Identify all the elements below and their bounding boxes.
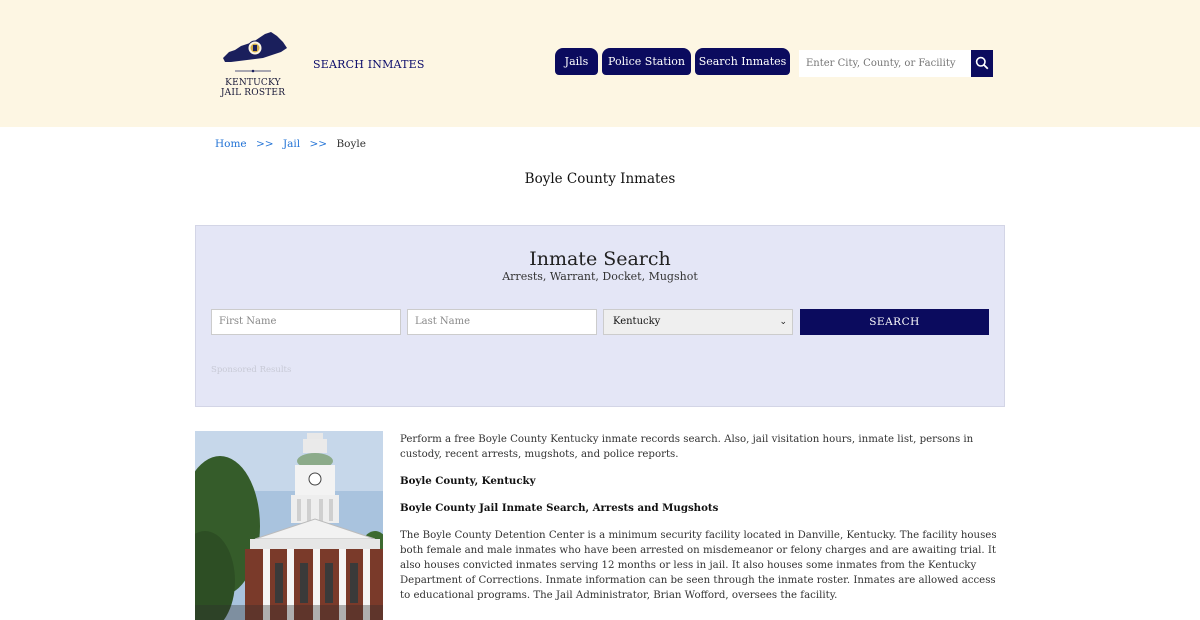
first-name-input[interactable]: First Name: [211, 309, 401, 335]
site-logo[interactable]: KENTUCKY JAIL ROSTER: [217, 28, 289, 100]
breadcrumb-jail[interactable]: Jail: [283, 138, 300, 150]
page-title: Boyle County Inmates: [524, 171, 676, 187]
last-name-input[interactable]: Last Name: [407, 309, 597, 335]
breadcrumb-separator: >>: [256, 138, 274, 150]
breadcrumb-separator: >>: [309, 138, 328, 150]
inmate-search-panel: Inmate Search Arrests, Warrant, Docket, …: [195, 225, 1005, 407]
nav-jails[interactable]: Jails: [555, 48, 598, 75]
facility-search-button[interactable]: [971, 50, 993, 77]
sponsored-results-label: Sponsored Results: [211, 365, 292, 375]
search-icon: [975, 56, 989, 70]
chevron-down-icon: ⌄: [779, 317, 787, 327]
breadcrumb-home[interactable]: Home: [215, 138, 247, 150]
kentucky-map-icon: [223, 32, 287, 73]
nav-police-station[interactable]: Police Station: [602, 48, 691, 75]
state-select[interactable]: Kentucky ⌄: [603, 309, 793, 335]
article-content: Perform a free Boyle County Kentucky inm…: [400, 432, 1000, 615]
heading-jail-search: Boyle County Jail Inmate Search, Arrests…: [400, 502, 719, 514]
body-paragraph: The Boyle County Detention Center is a m…: [400, 530, 997, 601]
breadcrumb: Home >> Jail >> Boyle: [215, 138, 372, 150]
breadcrumb-current: Boyle: [336, 138, 366, 150]
search-button[interactable]: SEARCH: [800, 309, 989, 335]
heading-county: Boyle County, Kentucky: [400, 475, 536, 487]
courthouse-photo: [195, 431, 383, 620]
panel-title: Inmate Search: [529, 248, 671, 270]
panel-subtitle: Arrests, Warrant, Docket, Mugshot: [502, 270, 698, 283]
facility-search-input[interactable]: [799, 50, 971, 77]
nav-search-inmates[interactable]: Search Inmates: [695, 48, 790, 75]
search-inmates-link[interactable]: SEARCH INMATES: [313, 58, 425, 71]
state-select-value: Kentucky: [613, 316, 661, 327]
logo-text: KENTUCKY JAIL ROSTER: [220, 78, 286, 98]
site-header: KENTUCKY JAIL ROSTER SEARCH INMATES Jail…: [0, 0, 1200, 127]
intro-paragraph: Perform a free Boyle County Kentucky inm…: [400, 434, 974, 460]
